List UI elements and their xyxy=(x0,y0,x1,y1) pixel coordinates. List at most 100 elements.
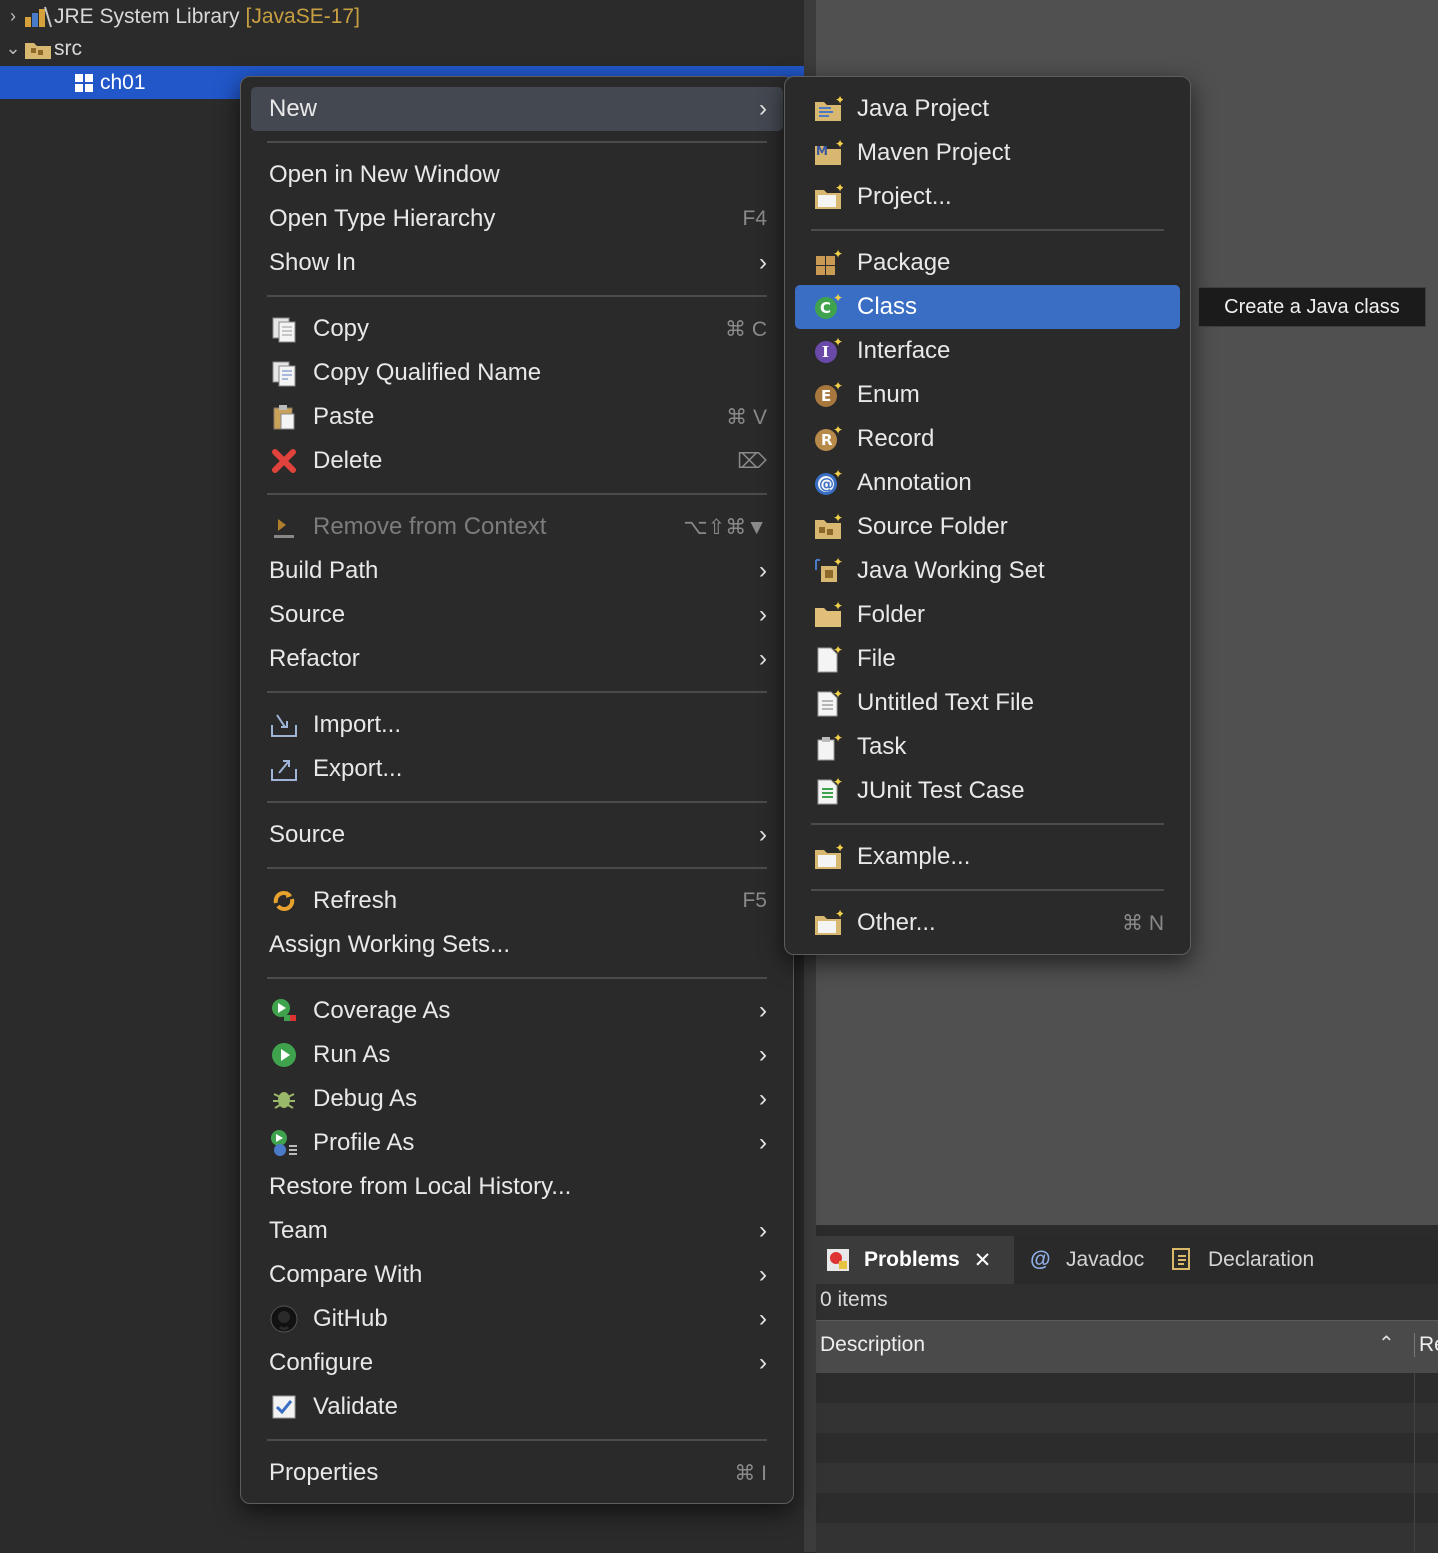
menu-item-copy[interactable]: Copy ⌘ C xyxy=(251,307,783,351)
svg-text:✦: ✦ xyxy=(833,424,843,437)
menu-item-label: Other... xyxy=(857,909,936,936)
menu-item-import[interactable]: Import... xyxy=(251,703,783,747)
menu-shortcut: ⌥⇧⌘▼ xyxy=(683,515,767,539)
menu-item-label: Project... xyxy=(857,183,952,210)
export-icon xyxy=(269,754,299,784)
items-count: 0 items xyxy=(820,1288,888,1311)
sort-ascending-icon[interactable]: ⌃ xyxy=(1378,1331,1395,1356)
table-header: Description ⌃ Re xyxy=(816,1320,1438,1373)
tab-problems[interactable]: Problems ✕ xyxy=(816,1236,1014,1284)
menu-item-source-2[interactable]: Source › xyxy=(251,813,783,857)
menu-item-other[interactable]: ✦ Other... ⌘ N xyxy=(795,901,1180,945)
menu-item-assign-working-sets[interactable]: Assign Working Sets... xyxy=(251,923,783,967)
chevron-right-icon: › xyxy=(759,1261,767,1288)
declaration-icon xyxy=(1168,1246,1196,1274)
menu-item-label: Coverage As xyxy=(313,997,451,1024)
close-icon[interactable]: ✕ xyxy=(974,1248,992,1273)
tab-javadoc[interactable]: @ Javadoc xyxy=(1026,1236,1166,1284)
menu-item-junit-test-case[interactable]: ✦ JUnit Test Case xyxy=(795,769,1180,813)
menu-item-configure[interactable]: Configure › xyxy=(251,1341,783,1385)
menu-item-open-type-hierarchy[interactable]: Open Type Hierarchy F4 xyxy=(251,197,783,241)
menu-separator xyxy=(811,889,1164,891)
menu-separator xyxy=(267,141,767,143)
tree-item-src[interactable]: ⌄ src xyxy=(4,32,82,65)
menu-separator xyxy=(267,691,767,693)
menu-item-restore-local-history[interactable]: Restore from Local History... xyxy=(251,1165,783,1209)
menu-item-label: Properties xyxy=(269,1459,379,1486)
menu-item-github[interactable]: GitHub › xyxy=(251,1297,783,1341)
menu-item-label: Team xyxy=(269,1217,328,1244)
view-tabs: Problems ✕ @ Javadoc Declaration xyxy=(816,1236,1438,1284)
chevron-right-icon: › xyxy=(759,95,767,122)
menu-item-label: Refresh xyxy=(313,887,398,914)
svg-text:✦: ✦ xyxy=(833,468,843,481)
chevron-right-icon[interactable]: › xyxy=(4,6,22,27)
import-icon xyxy=(269,710,299,740)
menu-item-refresh[interactable]: Refresh F5 xyxy=(251,879,783,923)
menu-item-annotation[interactable]: @ ✦ Annotation xyxy=(795,461,1180,505)
menu-item-java-working-set[interactable]: ✦ Java Working Set xyxy=(795,549,1180,593)
menu-shortcut: ⌘ N xyxy=(1122,911,1164,935)
column-description[interactable]: Description xyxy=(820,1333,925,1357)
chevron-right-icon: › xyxy=(759,601,767,628)
menu-item-label: Enum xyxy=(857,381,920,408)
menu-item-delete[interactable]: Delete ⌦ xyxy=(251,439,783,483)
tab-label: Javadoc xyxy=(1066,1248,1145,1271)
menu-item-label: Task xyxy=(857,733,907,760)
menu-item-record[interactable]: R ✦ Record xyxy=(795,417,1180,461)
chevron-down-icon[interactable]: ⌄ xyxy=(4,38,22,59)
menu-item-maven-project[interactable]: M ✦ Maven Project xyxy=(795,131,1180,175)
menu-item-team[interactable]: Team › xyxy=(251,1209,783,1253)
menu-item-build-path[interactable]: Build Path › xyxy=(251,549,783,593)
menu-item-class[interactable]: C ✦ Class xyxy=(795,285,1180,329)
menu-item-untitled-text-file[interactable]: ✦ Untitled Text File xyxy=(795,681,1180,725)
menu-item-properties[interactable]: Properties ⌘ I xyxy=(251,1451,783,1495)
chevron-right-icon: › xyxy=(759,249,767,276)
menu-item-remove-from-context[interactable]: Remove from Context ⌥⇧⌘▼ xyxy=(251,505,783,549)
menu-item-new[interactable]: New › xyxy=(251,87,783,131)
menu-item-profile-as[interactable]: Profile As › xyxy=(251,1121,783,1165)
example-icon: ✦ xyxy=(813,842,843,872)
menu-separator xyxy=(267,867,767,869)
tab-declaration[interactable]: Declaration xyxy=(1168,1236,1368,1284)
menu-item-example[interactable]: ✦ Example... xyxy=(795,835,1180,879)
svg-text:✦: ✦ xyxy=(833,336,843,349)
menu-item-run-as[interactable]: Run As › xyxy=(251,1033,783,1077)
menu-item-label: Open Type Hierarchy xyxy=(269,205,496,232)
menu-item-task[interactable]: ✦ Task xyxy=(795,725,1180,769)
menu-item-source-folder[interactable]: ✦ Source Folder xyxy=(795,505,1180,549)
menu-item-file[interactable]: ✦ File xyxy=(795,637,1180,681)
svg-text:✦: ✦ xyxy=(833,688,843,701)
menu-item-label: New xyxy=(269,95,318,122)
menu-item-label: Delete xyxy=(313,447,383,474)
menu-item-debug-as[interactable]: Debug As › xyxy=(251,1077,783,1121)
menu-separator xyxy=(267,977,767,979)
menu-shortcut: ⌘ C xyxy=(725,317,767,341)
menu-item-source[interactable]: Source › xyxy=(251,593,783,637)
menu-item-interface[interactable]: I ✦ Interface xyxy=(795,329,1180,373)
menu-item-compare-with[interactable]: Compare With › xyxy=(251,1253,783,1297)
new-submenu: ✦ Java Project M ✦ Maven Project ✦ Projec… xyxy=(784,76,1191,955)
svg-text:✦: ✦ xyxy=(833,556,843,569)
menu-item-enum[interactable]: E ✦ Enum xyxy=(795,373,1180,417)
problems-view: Problems ✕ @ Javadoc Declaration 0 items… xyxy=(816,1236,1438,1553)
menu-item-folder[interactable]: ✦ Folder xyxy=(795,593,1180,637)
menu-item-show-in[interactable]: Show In › xyxy=(251,241,783,285)
menu-separator xyxy=(267,1439,767,1441)
menu-item-java-project[interactable]: ✦ Java Project xyxy=(795,87,1180,131)
menu-item-validate[interactable]: Validate xyxy=(251,1385,783,1429)
menu-item-label: Assign Working Sets... xyxy=(269,931,510,958)
svg-text:✦: ✦ xyxy=(833,600,843,613)
chevron-right-icon: › xyxy=(759,821,767,848)
menu-item-copy-qualified-name[interactable]: Copy Qualified Name xyxy=(251,351,783,395)
tree-item-jre-library[interactable]: › JRE System Library [JavaSE-17] xyxy=(4,0,360,33)
menu-item-open-in-new-window[interactable]: Open in New Window xyxy=(251,153,783,197)
menu-item-export[interactable]: Export... xyxy=(251,747,783,791)
menu-item-paste[interactable]: Paste ⌘ V xyxy=(251,395,783,439)
column-resource[interactable]: Re xyxy=(1414,1333,1438,1357)
menu-item-coverage-as[interactable]: Coverage As › xyxy=(251,989,783,1033)
svg-text:I: I xyxy=(822,343,829,361)
menu-item-package[interactable]: ✦ Package xyxy=(795,241,1180,285)
menu-item-project[interactable]: ✦ Project... xyxy=(795,175,1180,219)
menu-item-refactor[interactable]: Refactor › xyxy=(251,637,783,681)
